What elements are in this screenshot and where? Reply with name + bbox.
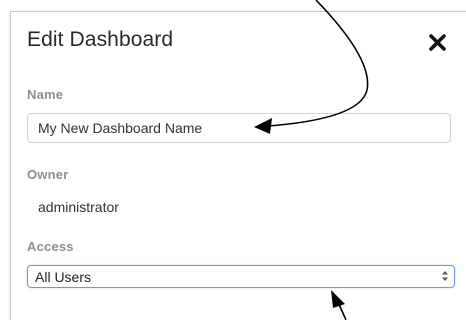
access-label: Access [27, 239, 74, 254]
close-x-icon [429, 34, 446, 51]
close-button[interactable] [427, 31, 449, 53]
select-caret-icon [442, 271, 448, 281]
access-selected-value: All Users [35, 269, 92, 285]
owner-value: administrator [38, 199, 119, 215]
dialog-title: Edit Dashboard [27, 28, 174, 51]
access-select[interactable]: All Users [27, 265, 455, 288]
name-input[interactable] [27, 113, 451, 143]
edit-dashboard-dialog: Edit Dashboard Name Owner administrator … [10, 11, 466, 320]
name-label: Name [27, 87, 64, 102]
owner-label: Owner [27, 167, 69, 182]
page: Edit Dashboard Name Owner administrator … [0, 0, 466, 320]
